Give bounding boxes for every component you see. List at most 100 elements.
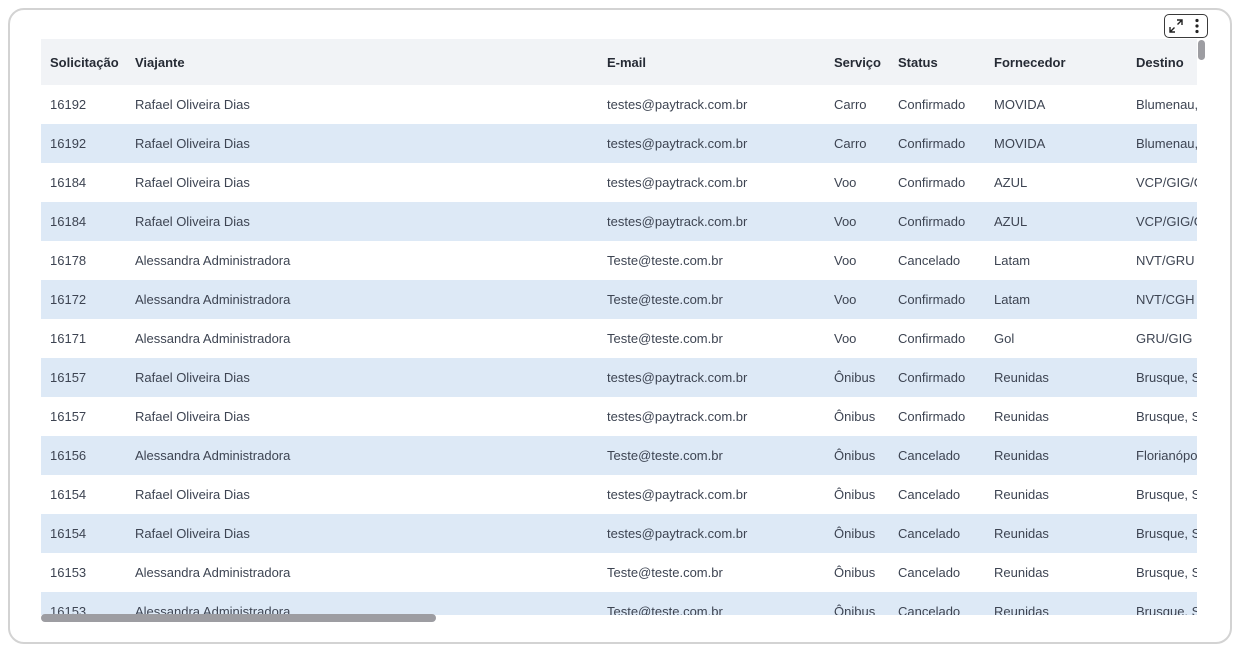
table-row[interactable]: 16153 Alessandra Administradora Teste@test… <box>41 592 1197 615</box>
column-header[interactable]: Viajante <box>126 39 598 85</box>
table-cell: Brusque, S <box>1136 409 1197 424</box>
table-row[interactable]: 16178 Alessandra Administradora Teste@test… <box>41 241 1197 280</box>
column-header[interactable]: Destino <box>1127 39 1197 85</box>
table-cell: MOVIDA <box>985 124 1127 163</box>
table-row[interactable]: 16154 Rafael Oliveira Dias testes@paytrack… <box>41 475 1197 514</box>
table-cell: 16184 <box>41 202 126 241</box>
table-cell: Cancelado <box>889 514 985 553</box>
table-cell: Ônibus <box>825 436 889 475</box>
table-cell: Voo <box>834 253 857 268</box>
table-cell: MOVIDA <box>994 97 1046 112</box>
table-row[interactable]: 16172 Alessandra Administradora Teste@test… <box>41 280 1197 319</box>
table-cell: Alessandra Administradora <box>135 565 291 580</box>
table-cell: 16154 <box>50 487 87 502</box>
table-cell: Reunidas <box>985 358 1127 397</box>
table-card: Solicitação Viajante E-mail Serviço Status Fo… <box>8 8 1232 644</box>
data-table: Solicitação Viajante E-mail Serviço Status Fo… <box>41 39 1197 615</box>
table-row[interactable]: 16192 Rafael Oliveira Dias testes@paytrack… <box>41 124 1197 163</box>
table-cell: Latam <box>994 253 1031 268</box>
table-cell: Voo <box>825 202 889 241</box>
table-cell: testes@paytrack.com.br <box>607 409 748 424</box>
table-cell: testes@paytrack.com.br <box>607 175 748 190</box>
table-cell: Ônibus <box>834 565 876 580</box>
table-cell: Rafael Oliveira Dias <box>126 124 598 163</box>
table-cell: Brusque, S <box>1127 514 1197 553</box>
table-cell: Brusque, S <box>1127 592 1197 615</box>
table-cell: AZUL <box>994 175 1028 190</box>
table-cell: VCP/GIG/G <box>1127 202 1197 241</box>
table-cell: Teste@teste.com.br <box>607 565 723 580</box>
table-cell: Cancelado <box>898 253 961 268</box>
horizontal-scrollbar-thumb[interactable] <box>41 614 436 622</box>
table-cell: 16157 <box>50 409 87 424</box>
table-cell: 16192 <box>50 97 87 112</box>
table-cell: testes@paytrack.com.br <box>598 202 825 241</box>
table-cell: Gol <box>994 331 1015 346</box>
table-row[interactable]: 16154 Rafael Oliveira Dias testes@paytrack… <box>41 514 1197 553</box>
table-cell: Confirmado <box>889 124 985 163</box>
table-cell: Confirmado <box>889 202 985 241</box>
table-cell: Carro <box>834 97 867 112</box>
column-header[interactable]: Solicitação <box>41 39 126 85</box>
table-cell: Rafael Oliveira Dias <box>135 175 250 190</box>
table-cell: testes@paytrack.com.br <box>598 124 825 163</box>
table-cell: Cancelado <box>889 436 985 475</box>
table-cell: Voo <box>825 280 889 319</box>
table-row[interactable]: 16184 Rafael Oliveira Dias testes@paytrack… <box>41 202 1197 241</box>
table-row[interactable]: 16184 Rafael Oliveira Dias testes@paytrack… <box>41 163 1197 202</box>
table-row[interactable]: 16156 Alessandra Administradora Teste@test… <box>41 436 1197 475</box>
table-cell: Confirmado <box>889 280 985 319</box>
table-cell: testes@paytrack.com.br <box>607 97 748 112</box>
table-cell: Reunidas <box>985 436 1127 475</box>
table-cell: Cancelado <box>898 565 961 580</box>
table-cell: 16156 <box>41 436 126 475</box>
table-cell: 16153 <box>50 565 87 580</box>
table-cell: Teste@teste.com.br <box>607 253 723 268</box>
table-cell: 16178 <box>50 253 87 268</box>
table-toolbar <box>1164 14 1208 38</box>
column-header[interactable]: Serviço <box>825 39 889 85</box>
table-cell: Rafael Oliveira Dias <box>126 514 598 553</box>
table-cell: Alessandra Administradora <box>135 331 291 346</box>
table-cell: VCP/GIG/G <box>1136 175 1197 190</box>
table-cell: Voo <box>834 175 857 190</box>
table-cell: Rafael Oliveira Dias <box>126 202 598 241</box>
table-cell: Teste@teste.com.br <box>607 331 723 346</box>
table-row[interactable]: 16153 Alessandra Administradora Teste@test… <box>41 553 1197 592</box>
column-header[interactable]: E-mail <box>598 39 825 85</box>
table-cell: Confirmado <box>889 358 985 397</box>
kebab-menu-icon[interactable] <box>1186 15 1207 37</box>
table-cell: Confirmado <box>898 175 966 190</box>
table-cell: Ônibus <box>825 358 889 397</box>
column-header[interactable]: Fornecedor <box>985 39 1127 85</box>
table-cell: Florianópol <box>1127 436 1197 475</box>
table-cell: Latam <box>985 280 1127 319</box>
vertical-scrollbar-thumb[interactable] <box>1198 40 1205 60</box>
table-cell: Ônibus <box>825 514 889 553</box>
table-body: 16192 Rafael Oliveira Dias testes@paytrack… <box>41 85 1197 615</box>
expand-icon[interactable] <box>1165 15 1186 37</box>
table-cell: testes@paytrack.com.br <box>598 514 825 553</box>
table-cell: Rafael Oliveira Dias <box>135 97 250 112</box>
table-cell: Reunidas <box>985 514 1127 553</box>
table-cell: Brusque, S <box>1127 358 1197 397</box>
table-cell: Alessandra Administradora <box>135 253 291 268</box>
table-cell: 16153 <box>41 592 126 615</box>
table-cell: Teste@teste.com.br <box>598 280 825 319</box>
table-row[interactable]: 16157 Rafael Oliveira Dias testes@paytrack… <box>41 397 1197 436</box>
table-cell: Rafael Oliveira Dias <box>135 487 250 502</box>
table-row[interactable]: 16192 Rafael Oliveira Dias testes@paytrack… <box>41 85 1197 124</box>
table-header-row: Solicitação Viajante E-mail Serviço Status Fo… <box>41 39 1197 85</box>
table-cell: NVT/CGH <box>1127 280 1197 319</box>
table-viewport[interactable]: Solicitação Viajante E-mail Serviço Status Fo… <box>41 39 1197 615</box>
table-cell: Blumenau, <box>1127 124 1197 163</box>
table-cell: Teste@teste.com.br <box>598 436 825 475</box>
table-row[interactable]: 16171 Alessandra Administradora Teste@test… <box>41 319 1197 358</box>
table-cell: Alessandra Administradora <box>126 592 598 615</box>
table-cell: Rafael Oliveira Dias <box>126 358 598 397</box>
table-cell: Confirmado <box>898 97 966 112</box>
table-cell: Brusque, S <box>1136 565 1197 580</box>
table-row[interactable]: 16157 Rafael Oliveira Dias testes@paytrack… <box>41 358 1197 397</box>
column-header[interactable]: Status <box>889 39 985 85</box>
table-cell: Confirmado <box>898 409 966 424</box>
